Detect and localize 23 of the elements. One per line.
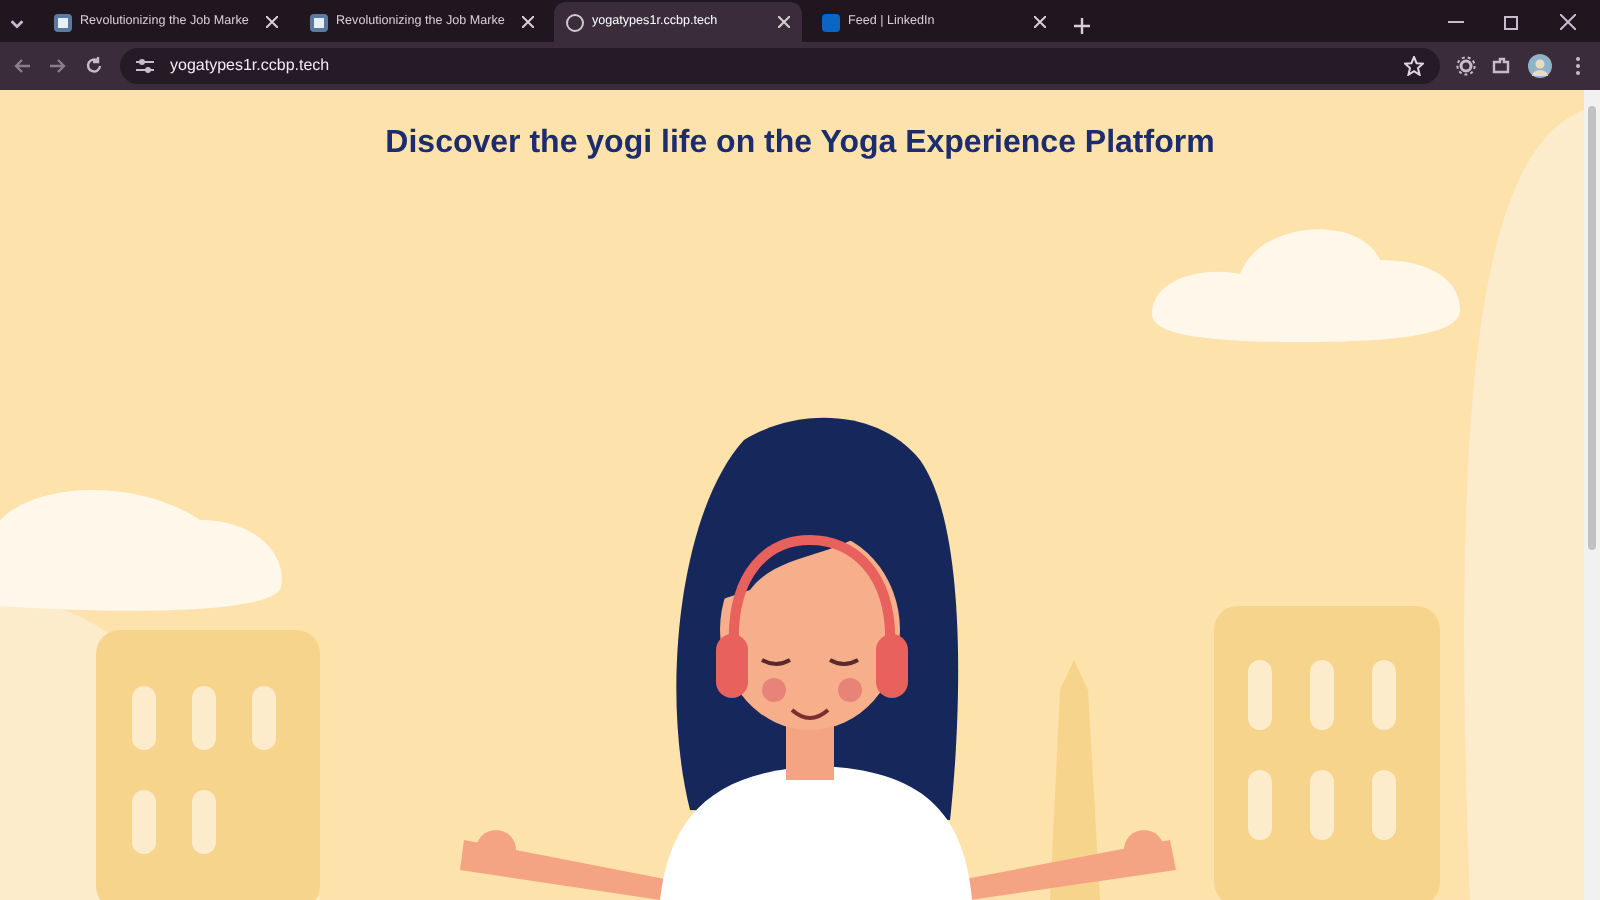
document-icon xyxy=(310,13,328,31)
url-text: yogatypes1r.ccbp.tech xyxy=(170,54,332,78)
page-heading: Discover the yogi life on the Yoga Experience Platform xyxy=(383,124,1217,163)
new-tab-icon[interactable] xyxy=(1074,18,1090,34)
close-icon[interactable] xyxy=(1560,12,1576,34)
bookmark-star-icon[interactable] xyxy=(1404,56,1424,76)
gear-icon[interactable] xyxy=(1456,55,1476,77)
avatar-icon[interactable] xyxy=(1528,54,1552,78)
back-icon[interactable] xyxy=(12,55,32,77)
close-icon[interactable] xyxy=(522,16,534,28)
site-settings-icon xyxy=(136,58,154,74)
linkedin-icon xyxy=(822,13,840,31)
forward-icon[interactable] xyxy=(48,55,68,77)
scrollbar[interactable] xyxy=(1584,90,1600,900)
address-bar[interactable]: yogatypes1r.ccbp.tech xyxy=(120,48,1440,84)
close-icon[interactable] xyxy=(1034,16,1046,28)
document-icon xyxy=(54,13,72,31)
restore-icon[interactable] xyxy=(1504,12,1520,34)
globe-icon xyxy=(566,13,584,31)
close-icon[interactable] xyxy=(266,16,278,28)
reload-icon[interactable] xyxy=(84,55,104,77)
close-icon[interactable] xyxy=(778,16,790,28)
puzzle-icon[interactable] xyxy=(1492,55,1512,77)
